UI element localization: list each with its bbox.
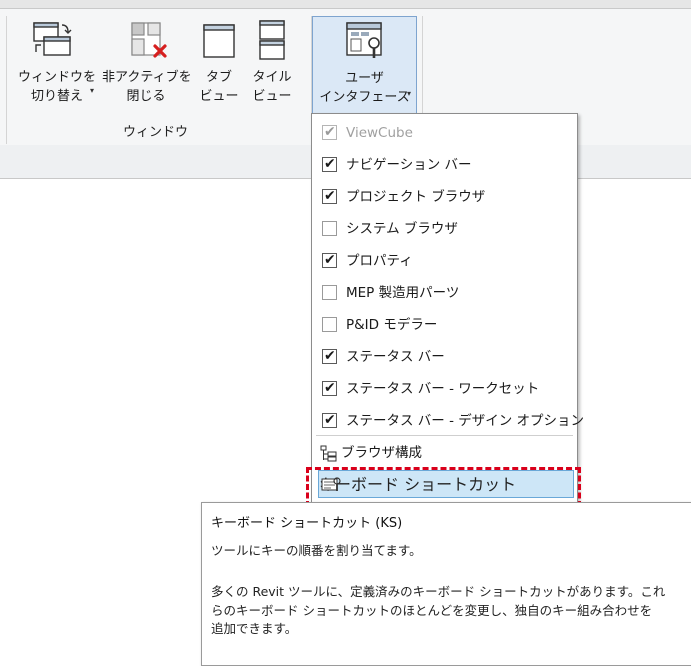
menu-item-navigation-bar[interactable]: ✔ ナビゲーション バー (312, 151, 577, 181)
menu-item-mep-fabrication-parts[interactable]: MEP 製造用パーツ (312, 279, 577, 309)
tab-views-icon (202, 21, 236, 63)
checkbox-checked: ✔ (322, 156, 337, 172)
check-icon: ✔ (324, 156, 336, 172)
tab-views-label-line1: タブ (205, 70, 232, 85)
tooltip-summary: ツールにキーの順番を割り当てます。 (211, 543, 422, 558)
check-icon: ✔ (324, 188, 336, 204)
user-interface-label-line2: インタフェース (319, 90, 410, 105)
switch-windows-label-line1: ウィンドウを (17, 70, 96, 85)
checkbox-unchecked (322, 285, 337, 300)
menu-item-status-bar[interactable]: ✔ ステータス バー (312, 343, 577, 373)
menu-separator (316, 435, 573, 436)
menu-item-label: ステータス バー (346, 349, 445, 365)
user-interface-button[interactable]: ユーザ インタフェース ▾ (312, 16, 417, 114)
menu-item-project-browser[interactable]: ✔ プロジェクト ブラウザ (312, 183, 577, 213)
check-icon: ✔ (324, 124, 336, 140)
chevron-down-icon: ▾ (90, 86, 95, 95)
menu-item-pid-modeler[interactable]: P&ID モデラー (312, 311, 577, 341)
check-icon: ✔ (324, 380, 336, 396)
chevron-down-icon: ▾ (407, 89, 412, 98)
check-icon: ✔ (324, 348, 336, 364)
tile-views-icon (258, 19, 286, 65)
switch-windows-icon (32, 21, 72, 61)
browser-organization-icon (320, 445, 338, 467)
checkbox-unchecked (322, 221, 337, 236)
menu-item-system-browser[interactable]: システム ブラウザ (312, 215, 577, 245)
menu-item-keyboard-shortcuts[interactable]: キーボード ショートカット (318, 470, 574, 498)
close-inactive-label-line2: 閉じる (126, 89, 166, 104)
user-interface-icon (345, 21, 385, 65)
checkbox-checked: ✔ (322, 412, 337, 428)
switch-windows-button[interactable]: ウィンドウを 切り替え ▾ (14, 16, 100, 112)
keyboard-shortcuts-icon (321, 476, 341, 496)
tooltip-title: キーボード ショートカット (KS) (211, 516, 403, 531)
tab-views-label-line2: ビュー (199, 89, 239, 104)
menu-item-label: プロジェクト ブラウザ (346, 189, 486, 205)
menu-item-label: P&ID モデラー (346, 317, 438, 333)
menu-item-viewcube[interactable]: ✔ ViewCube (312, 119, 577, 149)
tooltip-description-line: 多くの Revit ツールに、定義済みのキーボード ショートカットがあります。こ… (211, 584, 666, 599)
menu-item-label: キーボード ショートカット (319, 475, 517, 494)
checkbox-unchecked (322, 317, 337, 332)
tab-views-button[interactable]: タブ ビュー (196, 16, 242, 112)
checkbox-checked: ✔ (322, 188, 337, 204)
user-interface-label-line1: ユーザ (345, 71, 384, 86)
checkbox-checked: ✔ (322, 252, 337, 268)
checkbox-checked: ✔ (322, 124, 337, 140)
menu-item-properties[interactable]: ✔ プロパティ (312, 247, 577, 277)
menu-item-label: ViewCube (346, 125, 413, 141)
menu-item-label: ステータス バー - ワークセット (346, 381, 540, 397)
window-top-edge (0, 0, 691, 9)
check-icon: ✔ (324, 412, 336, 428)
menu-item-label: MEP 製造用パーツ (346, 285, 460, 301)
menu-item-label: プロパティ (346, 253, 413, 269)
checkbox-checked: ✔ (322, 380, 337, 396)
menu-item-browser-organization[interactable]: ブラウザ構成 (312, 439, 577, 469)
tile-views-button[interactable]: タイル ビュー (246, 16, 298, 112)
menu-item-status-bar-worksets[interactable]: ✔ ステータス バー - ワークセット (312, 375, 577, 405)
tile-views-label-line2: ビュー (252, 89, 292, 104)
switch-windows-label-line2: 切り替え (30, 89, 83, 104)
menu-item-label: ナビゲーション バー (346, 157, 472, 173)
tooltip-description: 多くの Revit ツールに、定義済みのキーボード ショートカットがあります。こ… (211, 583, 679, 639)
user-interface-menu: ✔ ViewCube ✔ ナビゲーション バー ✔ プロジェクト ブラウザ シス… (311, 113, 584, 505)
tile-views-label-line1: タイル (252, 70, 292, 85)
panel-label-window: ウィンドウ (122, 125, 188, 140)
checkbox-checked: ✔ (322, 348, 337, 364)
menu-item-label: ブラウザ構成 (341, 445, 422, 461)
tooltip-keyboard-shortcuts: キーボード ショートカット (KS) ツールにキーの順番を割り当てます。 多くの… (201, 502, 691, 666)
tooltip-description-line: 追加できます。 (211, 621, 298, 636)
close-inactive-icon (130, 21, 170, 65)
menu-item-label: システム ブラウザ (346, 221, 458, 237)
close-inactive-label-line1: 非アクティブを (102, 70, 192, 85)
tooltip-description-line: らのキーボード ショートカットのほとんどを変更し、独自のキー組み合わせを (211, 602, 653, 618)
menu-item-status-bar-design-options[interactable]: ✔ ステータス バー - デザイン オプション (312, 407, 584, 437)
menu-item-label: ステータス バー - デザイン オプション (346, 413, 585, 429)
check-icon: ✔ (324, 252, 336, 268)
close-inactive-button[interactable]: 非アクティブを 閉じる (102, 16, 192, 112)
